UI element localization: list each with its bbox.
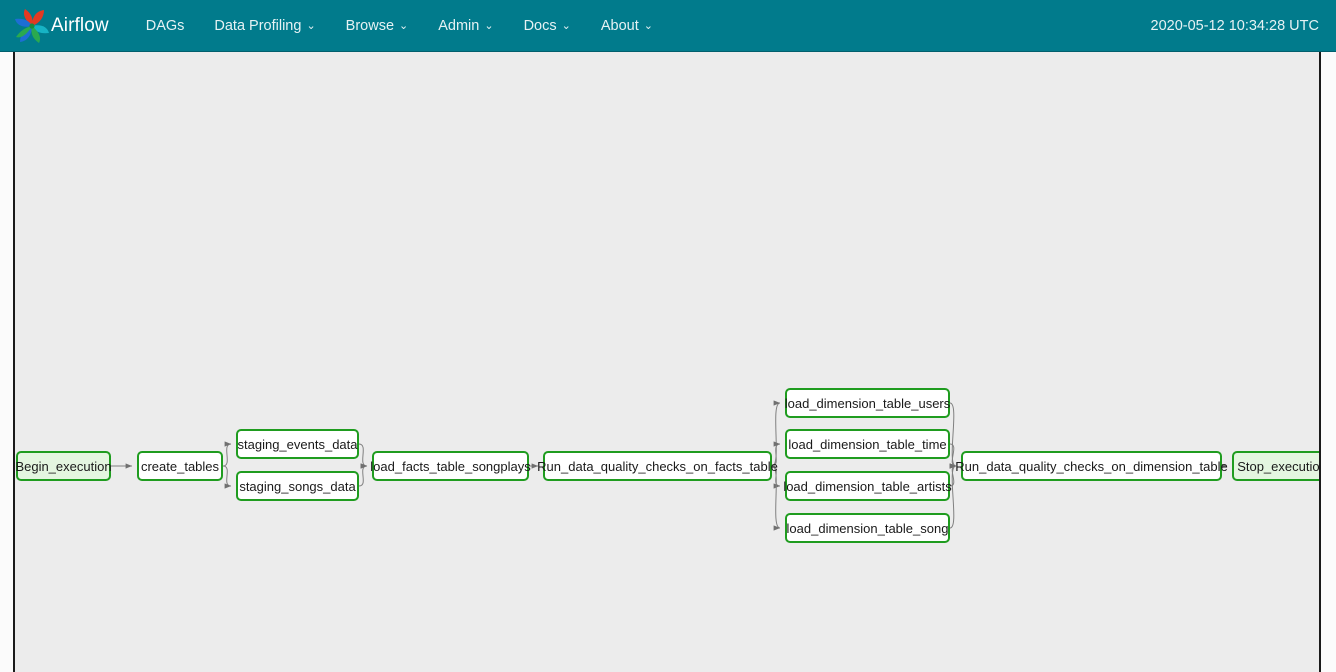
- nav-item-docs[interactable]: Docs ⌄: [509, 0, 586, 52]
- dag-node-begin_execution[interactable]: Begin_execution: [15, 451, 112, 481]
- dag-node-dim_users[interactable]: load_dimension_table_users: [785, 388, 950, 418]
- dag-edge-staging_events_data-to-load_facts_songplays: [358, 443, 368, 469]
- dag-graph-canvas[interactable]: Begin_execution create_tables staging_even…: [13, 52, 1321, 672]
- nav-item-label: Browse: [345, 17, 395, 34]
- chevron-down-icon: ⌄: [561, 19, 571, 32]
- chevron-down-icon: ⌄: [484, 19, 494, 32]
- airflow-pinwheel-logo-icon: [14, 8, 50, 44]
- nav-item-about[interactable]: About ⌄: [586, 0, 668, 52]
- nav-item-label: DAGs: [145, 17, 185, 34]
- brand-title: Airflow: [51, 14, 109, 36]
- dag-edge-dim_artists-to-dq_dimension: [949, 463, 957, 487]
- dag-node-staging_songs_data[interactable]: staging_songs_data: [236, 471, 359, 501]
- dag-node-label: staging_songs_data: [239, 478, 356, 494]
- dag-edge-layer: [110, 400, 1228, 531]
- dag-node-label: load_dimension_table_time: [788, 436, 947, 452]
- nav-item-label: Data Profiling: [214, 17, 302, 34]
- nav-item-admin[interactable]: Admin ⌄: [423, 0, 508, 52]
- utc-clock: 2020-05-12 10:34:28 UTC: [1150, 17, 1319, 34]
- dag-node-label: load_dimension_table_artists: [783, 478, 952, 494]
- nav-item-browse[interactable]: Browse ⌄: [331, 0, 424, 52]
- dag-node-load_facts_songplays[interactable]: load_facts_table_songplays: [370, 451, 531, 481]
- nav-item-label: Docs: [523, 17, 557, 34]
- dag-node-staging_events_data[interactable]: staging_events_data: [236, 429, 359, 459]
- dag-node-label: Run_data_quality_checks_on_facts_table: [537, 458, 778, 474]
- dag-node-dq_facts[interactable]: Run_data_quality_checks_on_facts_table: [537, 451, 778, 481]
- page-body: Begin_execution create_tables staging_even…: [0, 52, 1336, 672]
- dag-edge-staging_songs_data-to-load_facts_songplays: [358, 463, 368, 487]
- dag-node-label: Run_data_quality_checks_on_dimension_tab…: [955, 458, 1228, 474]
- nav-item-label: Admin: [438, 17, 480, 34]
- dag-edge-dim_time-to-dq_dimension: [949, 443, 957, 469]
- dag-node-label: staging_events_data: [237, 436, 358, 452]
- nav-item-label: About: [600, 17, 639, 34]
- brand-logo-link[interactable]: Airflow: [14, 8, 109, 44]
- dag-node-label: Stop_execution: [1237, 458, 1321, 474]
- dag-node-dim_artists[interactable]: load_dimension_table_artists: [783, 471, 952, 501]
- chevron-down-icon: ⌄: [306, 19, 316, 32]
- chevron-down-icon: ⌄: [643, 19, 653, 32]
- dag-node-create_tables[interactable]: create_tables: [137, 451, 223, 481]
- dag-edge-create_tables-to-staging_songs_data: [222, 465, 232, 489]
- dag-edge-create_tables-to-staging_events_data: [222, 441, 232, 467]
- dag-edge-dq_facts-to-dim_artists: [771, 465, 781, 489]
- dag-node-dq_dimension[interactable]: Run_data_quality_checks_on_dimension_tab…: [955, 451, 1228, 481]
- dag-node-label: create_tables: [140, 458, 220, 474]
- nav-item-data-profiling[interactable]: Data Profiling ⌄: [199, 0, 330, 52]
- dag-node-label: Begin_execution: [15, 458, 112, 474]
- dag-edge-dim_song-to-dq_dimension: [949, 463, 957, 529]
- dag-node-dim_song[interactable]: load_dimension_table_song: [785, 513, 950, 543]
- dag-edge-dq_facts-to-dim_time: [771, 441, 781, 467]
- dag-node-dim_time[interactable]: load_dimension_table_time: [785, 429, 950, 459]
- dag-node-stop_execution[interactable]: Stop_execution: [1232, 451, 1321, 481]
- dag-edge-dq_facts-to-dim_song: [771, 465, 781, 531]
- nav-item-dags[interactable]: DAGs: [131, 0, 200, 52]
- dag-node-label: load_facts_table_songplays: [370, 458, 531, 474]
- dag-node-label: load_dimension_table_users: [784, 395, 951, 411]
- dag-edge-dq_facts-to-dim_users: [771, 400, 781, 467]
- dag-node-label: load_dimension_table_song: [786, 520, 949, 536]
- dag-edge-dim_users-to-dq_dimension: [949, 402, 957, 469]
- chevron-down-icon: ⌄: [399, 19, 409, 32]
- navbar: Airflow DAGs Data Profiling ⌄ Browse ⌄ Adm…: [0, 0, 1336, 52]
